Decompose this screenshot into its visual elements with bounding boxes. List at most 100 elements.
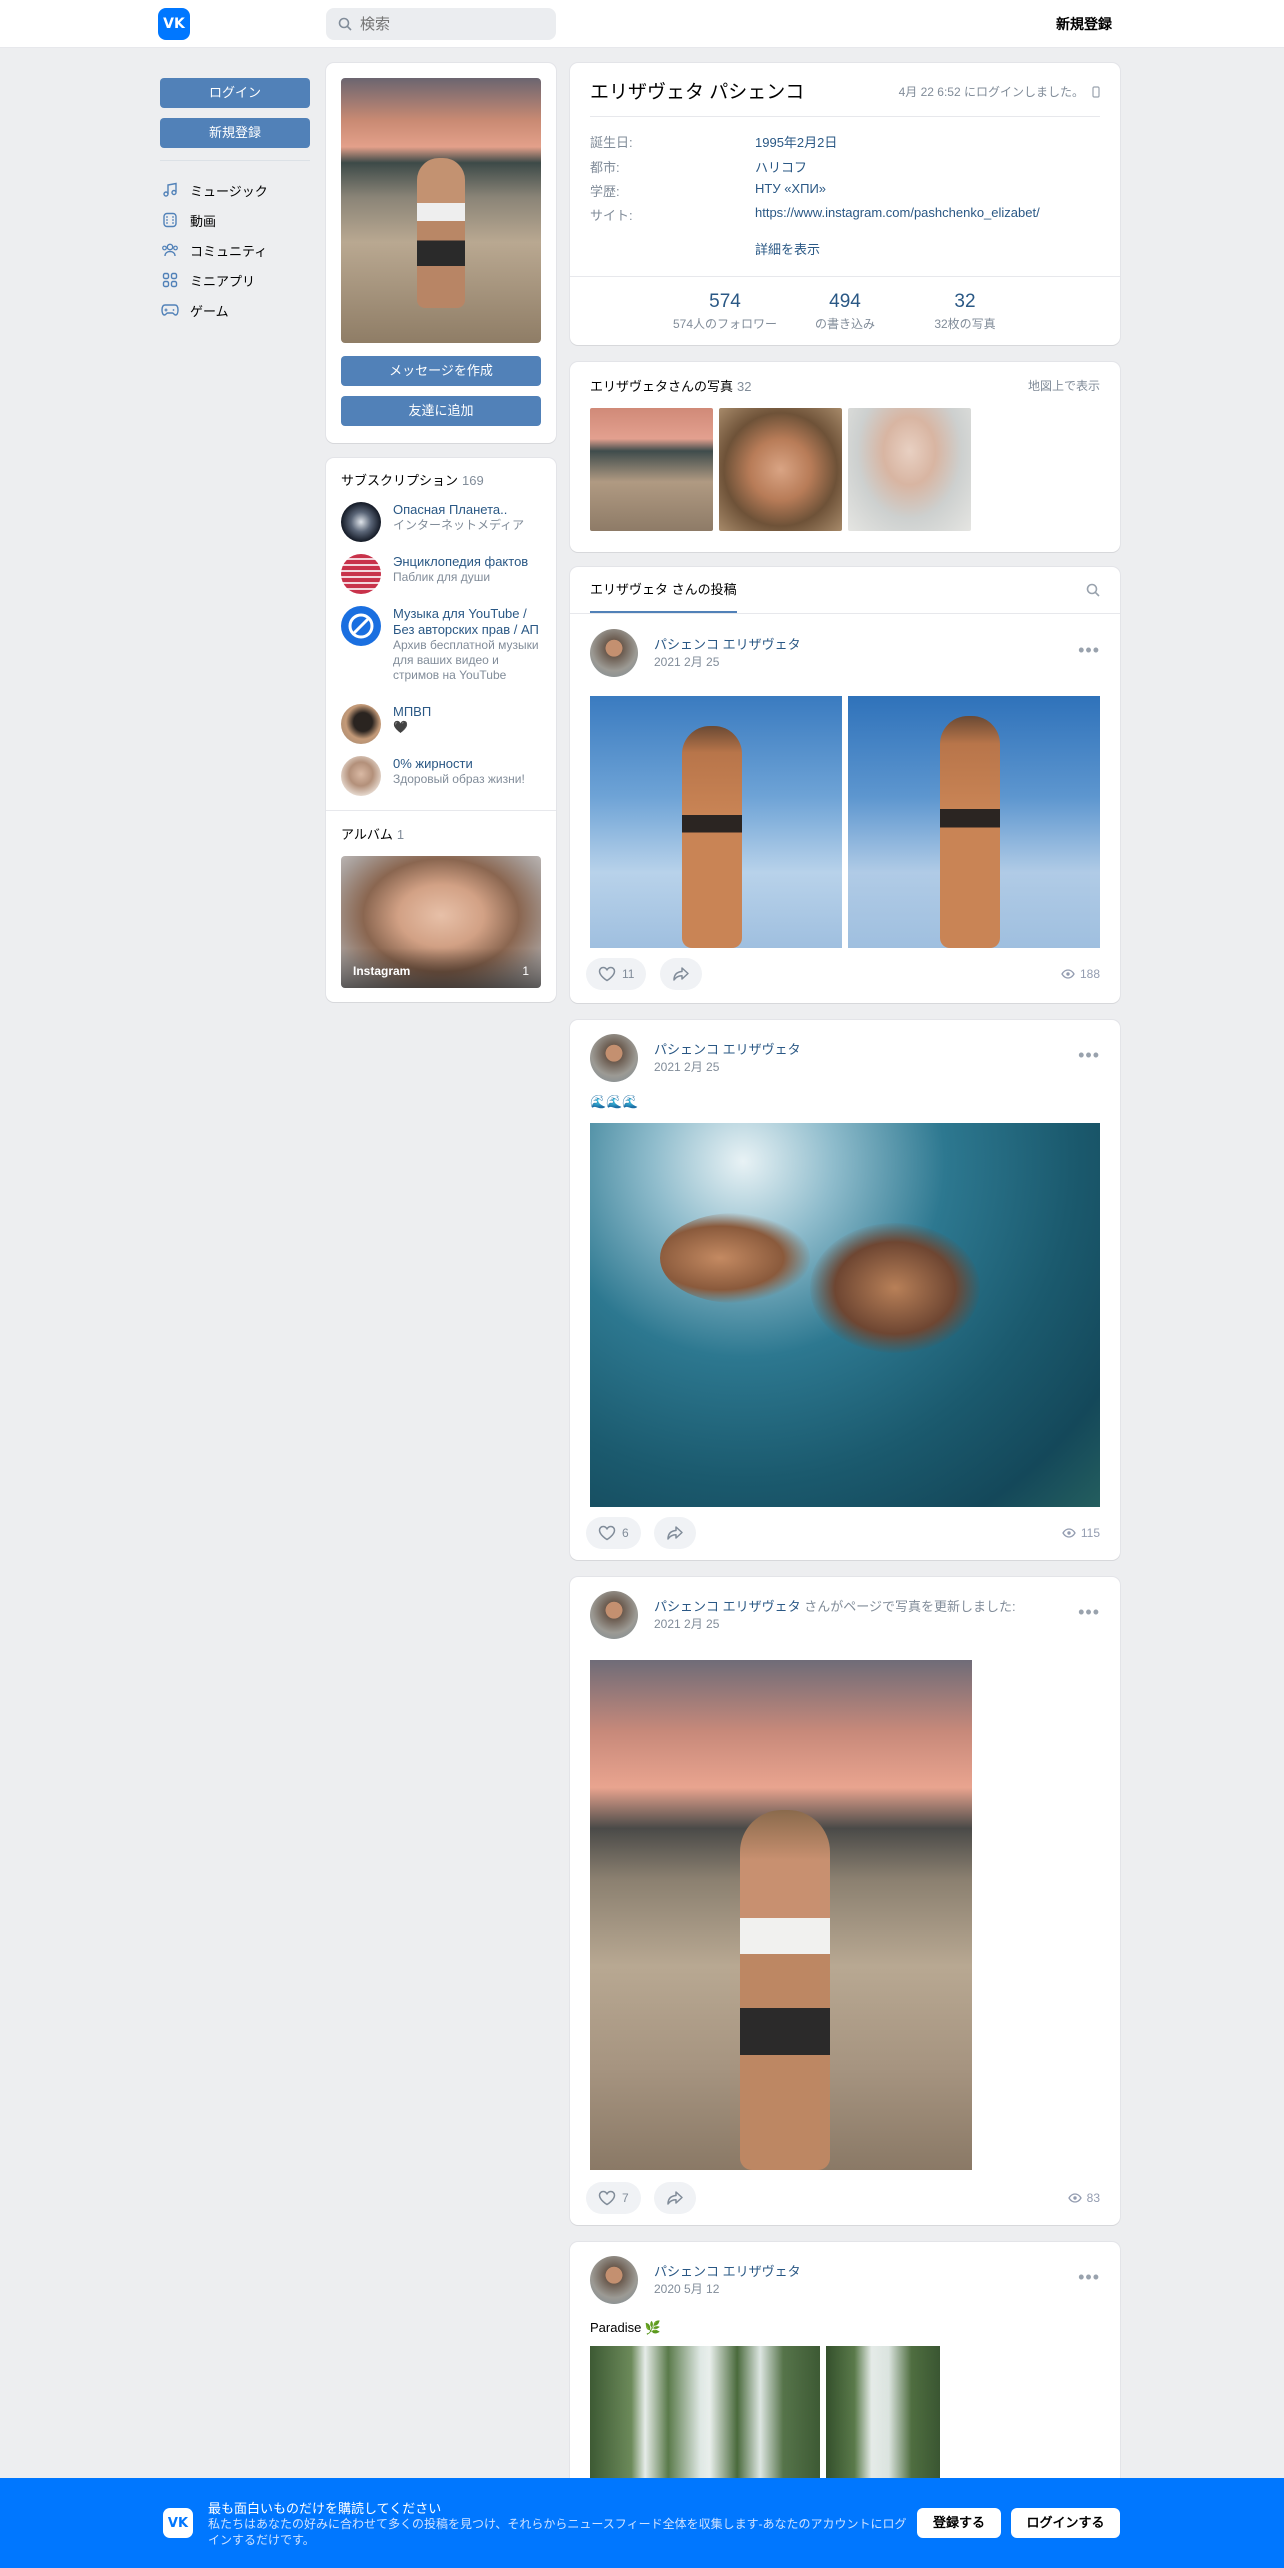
subscription-item[interactable]: Энциклопедия фактов Паблик для души — [341, 554, 528, 594]
search-box[interactable] — [326, 8, 556, 40]
add-friend-button[interactable]: 友達に追加 — [341, 396, 541, 426]
share-button[interactable] — [654, 1517, 696, 1549]
avatar[interactable] — [590, 1591, 638, 1639]
nav-label: コミュニティ — [190, 243, 268, 259]
more-icon[interactable]: ••• — [1078, 2267, 1100, 2288]
post-date[interactable]: 2021 2月 25 — [654, 1059, 801, 1075]
more-icon[interactable]: ••• — [1078, 640, 1100, 661]
show-more-link[interactable]: 詳細を表示 — [755, 239, 820, 258]
post-author[interactable]: パシェンコ エリザヴェタ — [654, 1041, 801, 1059]
like-button[interactable]: 7 — [586, 2182, 641, 2214]
nav-item-video[interactable]: 動画 — [160, 205, 310, 235]
subscriptions-card: サブスクリプション 169 Опасная Планета.. インターネットメデ… — [326, 458, 556, 1002]
nav-item-apps[interactable]: ミニアプリ — [160, 265, 310, 295]
wall-tab-active[interactable]: エリザヴェタ さんの投稿 — [590, 567, 737, 613]
subscription-item[interactable]: МПВП 🖤 — [341, 704, 431, 744]
info-key: 都市: — [590, 160, 620, 175]
person-figure — [417, 158, 465, 308]
post-date[interactable]: 2021 2月 25 — [654, 654, 801, 670]
no-copyright-icon — [348, 613, 374, 639]
post-header: パシェンコ エリザヴェタ 2021 2月 25 — [590, 1034, 801, 1082]
header-register-link[interactable]: 新規登録 — [1056, 14, 1112, 34]
view-count: 188 — [1079, 967, 1100, 981]
nav-label: ゲーム — [190, 303, 229, 319]
top-header: VK 新規登録 — [0, 0, 1284, 48]
heart-icon — [598, 1525, 616, 1541]
subscription-item[interactable]: Музыка для YouTube / Без авторских прав … — [341, 606, 543, 683]
stat-posts[interactable]: 494 の書き込み — [785, 291, 905, 332]
subscriptions-header[interactable]: サブスクリプション 169 — [341, 470, 484, 490]
photos-header[interactable]: エリザヴェタさんの写真 32 — [590, 376, 751, 396]
photo-thumb[interactable] — [977, 408, 1100, 531]
music-icon — [160, 180, 180, 200]
post-photo[interactable] — [848, 696, 1100, 948]
stat-followers[interactable]: 574 574人のフォロワー — [665, 291, 785, 332]
show-on-map-link[interactable]: 地図上で表示 — [1028, 377, 1100, 394]
post-photo[interactable] — [590, 696, 842, 948]
post-author[interactable]: パシェンコ エリザヴェタ さんがページで写真を更新しました: — [654, 1598, 1016, 1616]
info-key: サイト: — [590, 208, 633, 223]
profile-name: エリザヴェタ パシェンコ — [590, 82, 805, 103]
photo-thumb[interactable] — [719, 408, 842, 531]
avatar[interactable] — [590, 1034, 638, 1082]
login-button[interactable]: ログイン — [160, 78, 310, 108]
mobile-icon — [1092, 85, 1100, 98]
avatar[interactable] — [590, 629, 638, 677]
albums-header[interactable]: アルバム 1 — [341, 824, 404, 844]
vk-logo[interactable]: VK — [158, 8, 190, 40]
photo-thumb[interactable] — [590, 408, 713, 531]
banner-login-button[interactable]: ログインする — [1011, 2508, 1120, 2538]
post-text: 🌊🌊🌊 — [590, 1094, 639, 1109]
post-author[interactable]: パシェンコ エリザヴェタ — [654, 636, 801, 654]
info-value-link[interactable]: ハリコフ — [755, 157, 807, 176]
person-figure — [740, 1810, 830, 2170]
search-input[interactable] — [360, 15, 540, 33]
eye-icon — [1067, 2193, 1082, 2203]
avatar[interactable] — [590, 2256, 638, 2304]
register-button[interactable]: 新規登録 — [160, 118, 310, 148]
video-icon — [160, 210, 180, 230]
post-views: 83 — [1067, 2191, 1100, 2205]
post-header: パシェンコ エリザヴェタ 2021 2月 25 — [590, 629, 801, 677]
post-date[interactable]: 2020 5月 12 — [654, 2281, 801, 2297]
stat-photos[interactable]: 32 32枚の写真 — [905, 291, 1025, 332]
photos-count: 32 — [737, 379, 752, 394]
post-date[interactable]: 2021 2月 25 — [654, 1616, 1016, 1632]
vk-logo: VK — [163, 2508, 193, 2538]
eye-icon — [1061, 969, 1075, 979]
send-message-button[interactable]: メッセージを作成 — [341, 356, 541, 386]
avatar — [341, 704, 381, 744]
like-button[interactable]: 11 — [586, 958, 647, 990]
banner-register-button[interactable]: 登録する — [917, 2508, 1001, 2538]
more-icon[interactable]: ••• — [1078, 1602, 1100, 1623]
post-author[interactable]: パシェンコ エリザヴェタ — [654, 2263, 801, 2281]
album-instagram[interactable]: Instagram 1 — [341, 856, 541, 988]
wall-tabs-card: エリザヴェタ さんの投稿 パシェンコ エリザヴェタ 2021 2月 25 •••… — [570, 567, 1120, 1003]
nav-item-games[interactable]: ゲーム — [160, 295, 310, 325]
search-icon[interactable] — [1086, 583, 1100, 597]
post-photo[interactable] — [590, 1123, 1100, 1507]
post-photo[interactable] — [590, 1660, 972, 2170]
more-icon[interactable]: ••• — [1078, 1045, 1100, 1066]
banner-description: 私たちはあなたの好みに合わせて多くの投稿を見つけ、それらからニュースフィード全体… — [208, 2517, 907, 2547]
profile-photo[interactable] — [341, 78, 541, 343]
like-count: 11 — [622, 967, 635, 981]
heart-icon — [598, 2190, 616, 2206]
share-button[interactable] — [654, 2182, 696, 2214]
heart-icon — [598, 966, 616, 982]
post-card: パシェンコ エリザヴェタ 2021 2月 25 ••• 🌊🌊🌊 6 115 — [570, 1020, 1120, 1560]
info-value-link[interactable]: https://www.instagram.com/pashchenko_eli… — [755, 205, 1040, 224]
search-icon — [338, 17, 352, 31]
photo-thumb[interactable] — [848, 408, 971, 531]
subscription-item[interactable]: 0% жирности Здоровый образ жизни! — [341, 756, 525, 796]
like-button[interactable]: 6 — [586, 1517, 641, 1549]
info-value-link[interactable]: НТУ «ХПИ» — [755, 181, 826, 200]
share-button[interactable] — [660, 958, 702, 990]
nav-item-community[interactable]: コミュニティ — [160, 235, 310, 265]
photos-title: エリザヴェタさんの写真 — [590, 379, 734, 394]
nav-item-music[interactable]: ミュージック — [160, 175, 310, 205]
subscription-desc: インターネットメディア — [393, 518, 525, 532]
subscription-item[interactable]: Опасная Планета.. インターネットメディア — [341, 502, 524, 542]
info-value-link[interactable]: 1995年2月2日 — [755, 132, 837, 151]
post-author-name[interactable]: パシェンコ エリザヴェタ — [654, 1599, 801, 1614]
